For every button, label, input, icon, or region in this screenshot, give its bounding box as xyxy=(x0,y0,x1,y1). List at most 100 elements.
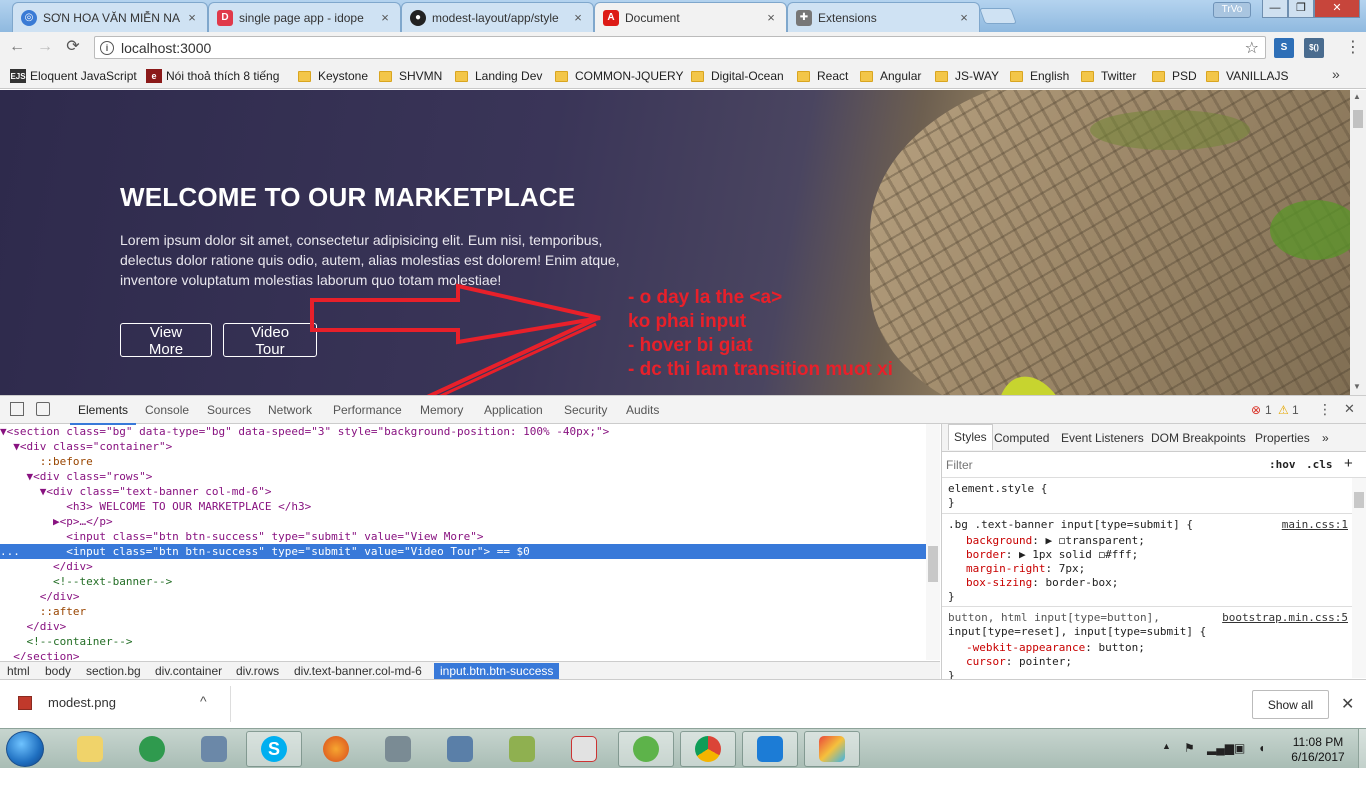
bookmark-folder-keystone[interactable]: Keystone xyxy=(298,67,368,85)
browser-tab-1[interactable]: ◎ SƠN HOA VĂN MIỄN NA × xyxy=(12,2,208,32)
elements-scrollbar[interactable] xyxy=(926,424,940,660)
tab-network[interactable]: Network xyxy=(268,403,312,417)
breadcrumb-section[interactable]: section.bg xyxy=(86,664,141,678)
styles-scrollbar[interactable] xyxy=(1352,478,1366,678)
dom-node-line[interactable]: <input class="btn btn-success" type="sub… xyxy=(0,529,926,544)
breadcrumb-text-banner[interactable]: div.text-banner.col-md-6 xyxy=(294,664,422,678)
browser-menu-icon[interactable]: ⋮ xyxy=(1345,38,1361,58)
rule-selector-cont[interactable]: input[type=reset], input[type=submit] { xyxy=(948,625,1206,639)
dom-node-line[interactable]: <!--text-banner--> xyxy=(0,574,926,589)
scrollbar-thumb[interactable] xyxy=(928,546,938,582)
element-style-open[interactable]: element.style { xyxy=(948,482,1047,496)
bookmark-folder-shvmn[interactable]: SHVMN xyxy=(379,67,442,85)
dom-node-line[interactable]: <!--container--> xyxy=(0,634,926,649)
tab-console[interactable]: Console xyxy=(145,403,189,417)
breadcrumb-html[interactable]: html xyxy=(7,664,30,678)
browser-tab-2[interactable]: D single page app - idope × xyxy=(208,2,401,32)
bookmark-eloquent-js[interactable]: EJS Eloquent JavaScript xyxy=(10,67,137,85)
volume-icon[interactable]: ◖ xyxy=(1258,741,1265,755)
address-bar[interactable]: i localhost:3000 ☆ xyxy=(94,36,1266,59)
rule-selector[interactable]: button, html input[type=button], xyxy=(948,611,1160,625)
rule-source-link[interactable]: main.css:1 xyxy=(1282,518,1348,531)
window-close-button[interactable]: ✕ xyxy=(1314,0,1360,18)
breadcrumb-input[interactable]: input.btn.btn-success xyxy=(434,663,560,679)
dom-node-line[interactable]: ▼<section class="bg" data-type="bg" data… xyxy=(0,424,926,439)
dom-node-line[interactable]: ▼<div class="container"> xyxy=(0,439,926,454)
dom-node-line[interactable]: </div> xyxy=(0,619,926,634)
bookmark-folder-angular[interactable]: Angular xyxy=(860,67,921,85)
rule-source-link[interactable]: bootstrap.min.css:5 xyxy=(1222,611,1348,624)
taskbar-vscode[interactable] xyxy=(742,731,798,767)
error-count[interactable]: 1 xyxy=(1265,403,1272,417)
css-property[interactable]: margin-right: 7px; xyxy=(966,562,1085,576)
bookmark-folder-english[interactable]: English xyxy=(1010,67,1069,85)
dom-node-line[interactable]: ▼<div class="text-banner col-md-6"> xyxy=(0,484,926,499)
css-property[interactable]: cursor: pointer; xyxy=(966,655,1072,669)
network-tray-icon[interactable]: ▣ xyxy=(1234,741,1245,755)
page-scrollbar[interactable]: ▲ ▼ xyxy=(1350,90,1366,395)
taskbar-skype[interactable]: S xyxy=(246,731,302,767)
shelf-close-icon[interactable]: ✕ xyxy=(1341,694,1354,714)
flag-icon[interactable]: ⚑ xyxy=(1184,741,1195,755)
close-icon[interactable]: × xyxy=(571,10,585,25)
show-desktop-button[interactable] xyxy=(1358,729,1366,769)
breadcrumb-rows[interactable]: div.rows xyxy=(236,664,279,678)
tab-event-listeners[interactable]: Event Listeners xyxy=(1061,431,1144,445)
info-icon[interactable]: i xyxy=(100,41,114,55)
taskbar-firefox[interactable] xyxy=(308,731,364,767)
breadcrumb-container[interactable]: div.container xyxy=(155,664,222,678)
bookmark-folder-landing-dev[interactable]: Landing Dev xyxy=(455,67,542,85)
tab-computed[interactable]: Computed xyxy=(994,431,1049,445)
forward-button[interactable]: → xyxy=(35,37,55,57)
dom-node-line[interactable]: ::after xyxy=(0,604,926,619)
taskbar-chrome[interactable] xyxy=(680,731,736,767)
bookmark-folder-common-jquery[interactable]: COMMON-JQUERY xyxy=(555,67,683,85)
class-toggle[interactable]: .cls xyxy=(1306,458,1333,471)
view-more-button[interactable]: View More xyxy=(120,323,212,358)
tab-elements[interactable]: Elements xyxy=(69,403,137,425)
scrollbar-thumb[interactable] xyxy=(1353,110,1363,128)
css-property[interactable]: border: ▶ 1px solid ◻#fff; xyxy=(966,548,1138,562)
bookmark-star-icon[interactable]: ☆ xyxy=(1245,38,1259,58)
browser-tab-3[interactable]: ● modest-layout/app/style × xyxy=(401,2,594,32)
dom-node-line[interactable]: </div> xyxy=(0,589,926,604)
taskbar-clock[interactable]: 11:08 PM 6/16/2017 xyxy=(1282,735,1354,765)
taskbar-explorer[interactable] xyxy=(62,731,118,767)
maximize-button[interactable]: ❐ xyxy=(1288,0,1314,18)
scroll-down-arrow-icon[interactable]: ▼ xyxy=(1353,382,1361,391)
bookmark-folder-js-way[interactable]: JS-WAY xyxy=(935,67,999,85)
css-property[interactable]: box-sizing: border-box; xyxy=(966,576,1118,590)
tab-styles[interactable]: Styles xyxy=(948,424,993,450)
video-tour-button[interactable]: Video Tour xyxy=(223,323,317,358)
tab-properties[interactable]: Properties xyxy=(1255,431,1310,445)
tab-audits[interactable]: Audits xyxy=(626,403,659,417)
chevron-up-icon[interactable]: ^ xyxy=(200,693,207,709)
bookmarks-overflow-chevron[interactable]: » xyxy=(1332,66,1340,82)
taskbar-filezilla[interactable] xyxy=(370,731,426,767)
scrollbar-thumb[interactable] xyxy=(1354,492,1364,508)
reload-button[interactable]: ⟳ xyxy=(63,37,83,57)
styles-more-chevron[interactable]: » xyxy=(1322,431,1329,445)
tab-memory[interactable]: Memory xyxy=(420,403,463,417)
tab-performance[interactable]: Performance xyxy=(333,403,402,417)
bookmark-folder-vanillajs[interactable]: VANILLAJS xyxy=(1206,67,1288,85)
browser-tab-4[interactable]: A Document × xyxy=(594,2,787,32)
taskbar-rocket[interactable] xyxy=(124,731,180,767)
tab-application[interactable]: Application xyxy=(484,403,543,417)
rule-selector[interactable]: .bg .text-banner input[type=submit] { xyxy=(948,518,1193,532)
inspect-element-icon[interactable] xyxy=(10,402,24,416)
taskbar-chart-app[interactable] xyxy=(494,731,550,767)
dom-node-line[interactable]: ▼<div class="rows"> xyxy=(0,469,926,484)
hover-state-toggle[interactable]: :hov xyxy=(1269,458,1296,471)
close-icon[interactable]: × xyxy=(378,10,392,25)
breadcrumb-body[interactable]: body xyxy=(45,664,71,678)
device-toolbar-icon[interactable] xyxy=(36,402,50,416)
css-property[interactable]: -webkit-appearance: button; xyxy=(966,641,1145,655)
bookmark-folder-digital-ocean[interactable]: Digital-Ocean xyxy=(691,67,784,85)
close-icon[interactable]: × xyxy=(957,10,971,25)
close-icon[interactable]: × xyxy=(185,10,199,25)
taskbar-remote-desktop[interactable] xyxy=(186,731,242,767)
dom-node-line[interactable]: </section> xyxy=(0,649,926,660)
extension-s-icon[interactable]: S xyxy=(1274,38,1294,58)
browser-tab-5[interactable]: ✚ Extensions × xyxy=(787,2,980,32)
